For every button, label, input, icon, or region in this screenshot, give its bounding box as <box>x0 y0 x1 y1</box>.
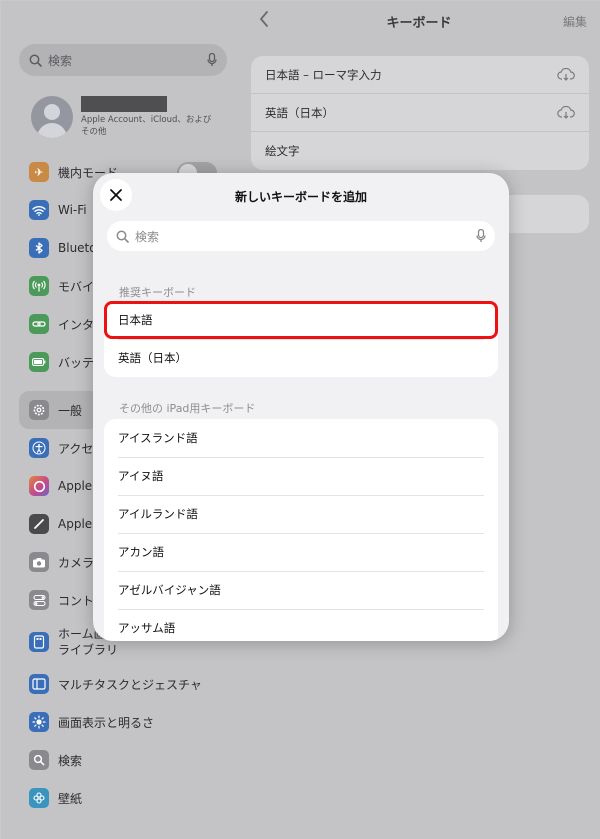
keyboard-option[interactable]: アッサム語 <box>104 609 498 641</box>
sheet-title: 新しいキーボードを追加 <box>234 190 367 204</box>
keyboard-search-field[interactable]: 検索 <box>107 221 495 251</box>
navigation-bar: キーボード 編集 <box>237 1 600 41</box>
keyboard-row[interactable]: 日本語 – ローマ字入力 <box>251 56 589 94</box>
search-icon <box>29 54 42 67</box>
page-title: キーボード <box>386 16 452 31</box>
cloud-download-icon[interactable] <box>557 106 575 119</box>
sidebar-item-search[interactable]: 検索 <box>19 741 227 779</box>
keyboard-option-japanese[interactable]: 日本語 <box>104 301 498 339</box>
sidebar-item-label: モバイ <box>58 279 95 294</box>
profile-subtitle: Apple Account、iCloud、および その他 <box>81 115 212 137</box>
gear-icon <box>29 400 49 420</box>
other-keyboards-section-header: その他の iPad用キーボード <box>119 402 256 415</box>
sidebar-item-label: 検索 <box>58 753 83 768</box>
hotspot-icon <box>29 314 49 334</box>
sidebar-search-field[interactable]: 検索 <box>19 44 227 76</box>
sidebar-item-label: Wi-Fi <box>58 203 87 217</box>
keyboard-label: 絵文字 <box>265 144 300 158</box>
apple-intelligence-icon <box>29 476 49 496</box>
search-placeholder: 検索 <box>135 229 160 244</box>
other-keyboards-group: アイスランド語 アイヌ語 アイルランド語 アカン語 アゼルバイジャン語 アッサム… <box>104 419 498 641</box>
keyboard-option-english-japan[interactable]: 英語（日本） <box>104 339 498 377</box>
edit-button[interactable]: 編集 <box>563 13 587 30</box>
sidebar-item-label: Blueto <box>58 241 97 255</box>
accessibility-icon <box>29 438 49 458</box>
keyboard-option-label: アッサム語 <box>118 621 176 635</box>
wifi-icon <box>29 200 49 220</box>
keyboard-option-label: アカン語 <box>118 545 164 559</box>
keyboard-option-label: 日本語 <box>118 313 153 327</box>
sidebar-item-label: マルチタスクとジェスチャ <box>58 677 202 692</box>
add-keyboard-sheet: 新しいキーボードを追加 検索 推奨キーボード 日本語 英語（日本） その他の i… <box>93 173 509 641</box>
keyboard-option[interactable]: アイルランド語 <box>104 495 498 533</box>
keyboard-option[interactable]: アイヌ語 <box>104 457 498 495</box>
keyboard-option-label: アイヌ語 <box>118 469 164 483</box>
recommended-keyboards-group: 日本語 英語（日本） <box>104 301 498 377</box>
search-icon <box>116 230 129 243</box>
keyboard-option-label: アゼルバイジャン語 <box>118 583 221 597</box>
avatar <box>31 96 73 138</box>
brightness-icon <box>29 712 49 732</box>
control-center-icon <box>29 590 49 610</box>
sidebar-item-display-brightness[interactable]: 画面表示と明るさ <box>19 703 227 741</box>
sidebar-item-multitasking[interactable]: マルチタスクとジェスチャ <box>19 665 227 703</box>
recommended-section-header: 推奨キーボード <box>119 286 196 299</box>
keyboard-option-label: アイルランド語 <box>118 507 198 521</box>
screen: 検索 Apple Account、iCloud、および その他 ✈ 機内モード <box>0 0 600 839</box>
search-icon <box>29 750 49 770</box>
sidebar-item-label: カメラ <box>58 555 95 570</box>
keyboard-list: 日本語 – ローマ字入力 英語（日本） 絵文字 <box>251 56 589 170</box>
keyboard-row[interactable]: 英語（日本） <box>251 94 589 132</box>
sidebar-item-label: 壁紙 <box>58 791 83 806</box>
pencil-icon <box>29 514 49 534</box>
multitasking-icon <box>29 674 49 694</box>
keyboard-row[interactable]: 絵文字 <box>251 132 589 170</box>
airplane-icon: ✈ <box>29 162 49 182</box>
microphone-icon[interactable] <box>476 229 486 243</box>
keyboard-option[interactable]: アカン語 <box>104 533 498 571</box>
keyboard-label: 英語（日本） <box>265 105 334 120</box>
bluetooth-icon <box>29 238 49 258</box>
sidebar-item-label: 画面表示と明るさ <box>58 715 155 730</box>
cloud-download-icon[interactable] <box>557 68 575 81</box>
keyboard-option-label: アイスランド語 <box>118 431 198 445</box>
camera-icon <box>29 552 49 572</box>
sidebar-item-wallpaper[interactable]: 壁紙 <box>19 779 227 817</box>
redacted-account-name <box>81 96 167 113</box>
cellular-icon <box>29 276 49 296</box>
microphone-icon[interactable] <box>207 53 217 67</box>
keyboard-option[interactable]: アゼルバイジャン語 <box>104 571 498 609</box>
keyboard-label: 日本語 – ローマ字入力 <box>265 67 382 82</box>
keyboard-option-label: 英語（日本） <box>118 351 187 365</box>
apple-account-row[interactable]: Apple Account、iCloud、および その他 <box>19 87 227 147</box>
wallpaper-icon <box>29 788 49 808</box>
sidebar-item-label: 一般 <box>58 403 83 418</box>
home-screen-icon <box>29 632 49 652</box>
sidebar-item-label: バッテ <box>58 355 95 370</box>
battery-icon <box>29 352 49 372</box>
sidebar-search-placeholder: 検索 <box>48 53 73 68</box>
keyboard-option[interactable]: アイスランド語 <box>104 419 498 457</box>
